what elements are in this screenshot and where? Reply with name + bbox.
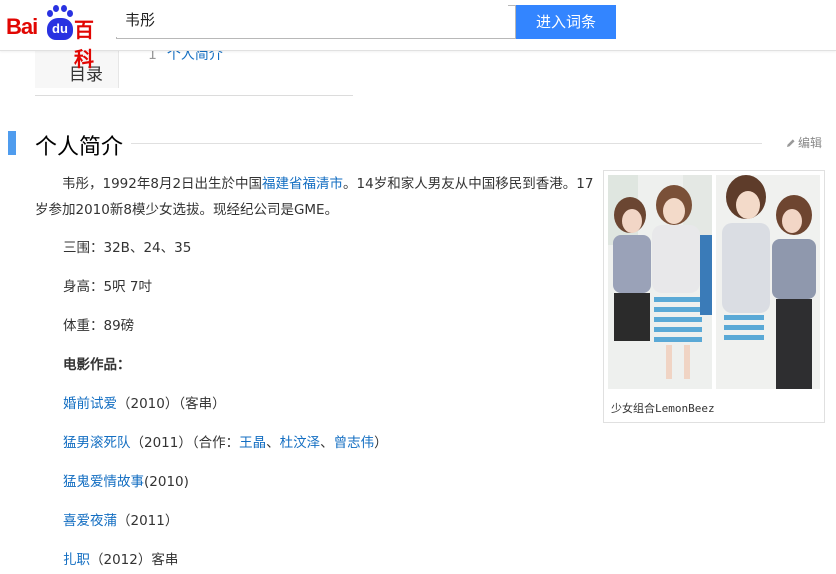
logo-bai-text: Bai (6, 14, 38, 39)
intro-text-1: 韦彤，1992年8月2日出生於中国 (62, 176, 263, 192)
film-link[interactable]: 猛鬼爱情故事 (63, 474, 144, 490)
film-item: 喜爱夜蒲（2011） (63, 509, 178, 529)
film-link[interactable]: 猛男滚死队 (63, 435, 131, 451)
edit-label: 编辑 (798, 136, 823, 150)
fact-measurements: 三围：32B、24、35 (63, 240, 192, 256)
paw-icon (45, 4, 75, 18)
film-item: 扎职（2012）客串 (63, 548, 178, 568)
film-link[interactable]: 喜爱夜蒲 (63, 513, 117, 529)
pencil-icon (787, 139, 795, 147)
logo-du-text: du (47, 18, 73, 40)
film-year: （2010）（客串） (117, 396, 226, 412)
toc-divider (118, 50, 119, 88)
group-photo[interactable] (608, 175, 820, 389)
films-heading: 电影作品： (63, 357, 131, 373)
film-year: (2010) (144, 474, 189, 490)
cast-link-wangjing[interactable]: 王晶 (239, 435, 266, 451)
fact-height: 身高：5呎 7吋 (63, 279, 152, 295)
cast-separator: 、 (266, 435, 280, 451)
baidu-baike-logo[interactable]: Bai du 百科 (6, 4, 110, 71)
image-card[interactable]: 少女组合LemonBeez (603, 170, 825, 423)
section-divider (130, 143, 762, 144)
film-year: （2011）（合作： (130, 435, 240, 451)
search-input[interactable]: 韦彤 (116, 5, 508, 37)
edit-button[interactable]: 编辑 (786, 134, 822, 151)
cast-close: ） (374, 435, 388, 451)
film-item: 猛男滚死队（2011）（合作：王晶、杜汶泽、曾志伟） (63, 431, 388, 451)
film-item: 婚前试爱（2010）（客串） (63, 392, 226, 412)
enter-entry-button[interactable]: 进入词条 (516, 5, 616, 39)
link-fujian[interactable]: 福建省 (262, 176, 303, 192)
intro-paragraph: 韦彤，1992年8月2日出生於中国福建省福清市。14岁和家人男友从中国移民到香港… (35, 171, 595, 223)
logo-baike-text: 百科 (74, 18, 94, 71)
section-marker (8, 131, 16, 155)
film-link[interactable]: 扎职 (63, 552, 90, 568)
fact-weight: 体重：89磅 (63, 318, 135, 334)
film-item: 猛鬼爱情故事(2010) (63, 470, 189, 490)
cast-link-zengzhiwei[interactable]: 曾志伟 (334, 435, 375, 451)
section-title: 个人简介 (35, 129, 132, 161)
film-year: （2012）客串 (90, 552, 179, 568)
photo-illustration (608, 175, 820, 389)
film-link[interactable]: 婚前试爱 (63, 396, 117, 412)
link-fuqing[interactable]: 福清市 (303, 176, 344, 192)
film-year: （2011） (117, 513, 179, 529)
top-header: Bai du 百科 韦彤 进入词条 (0, 0, 836, 71)
cast-separator: 、 (320, 435, 334, 451)
image-caption: 少女组合LemonBeez (611, 402, 715, 415)
cast-link-duwenze[interactable]: 杜汶泽 (280, 435, 321, 451)
